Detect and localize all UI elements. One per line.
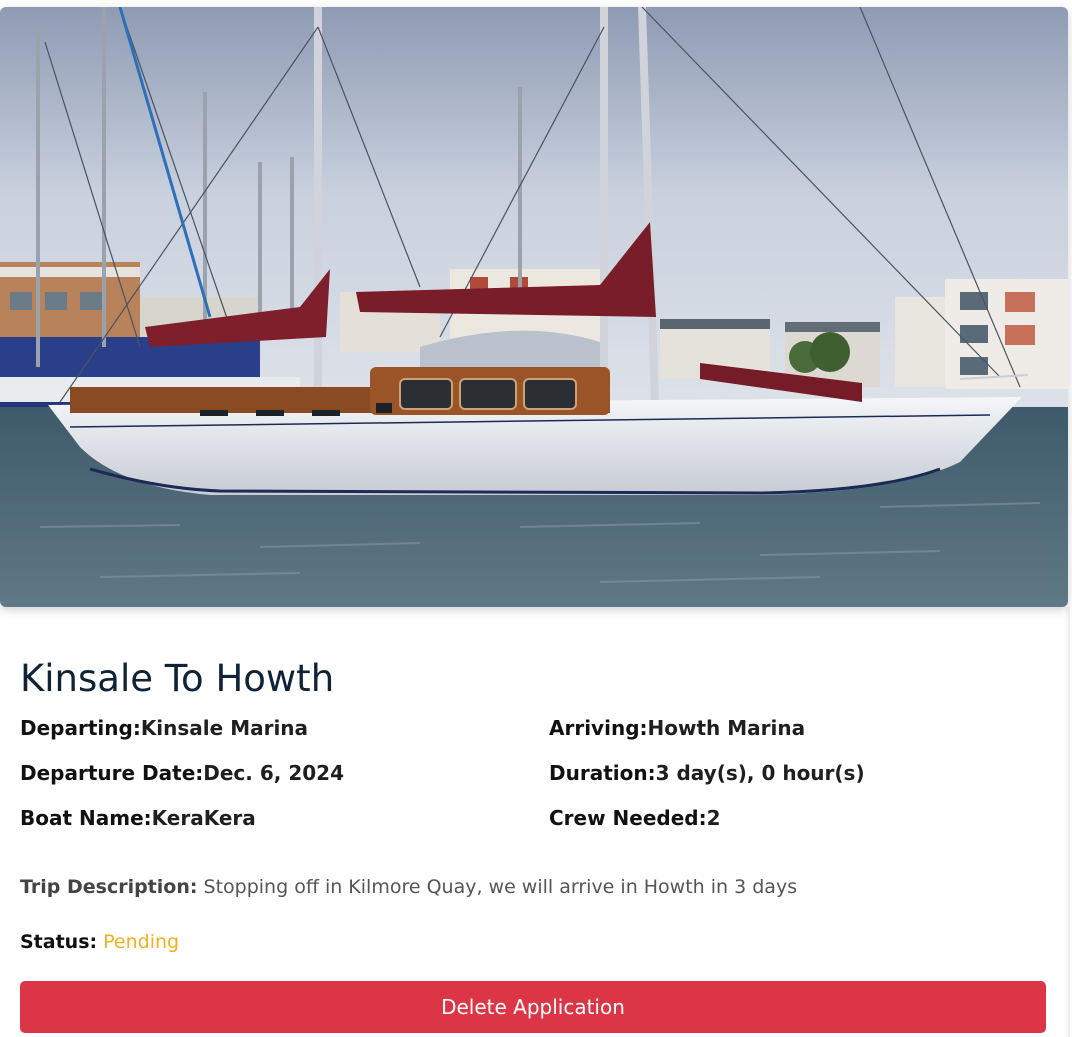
arriving-label: Arriving: xyxy=(549,716,648,740)
departure-date-label: Departure Date: xyxy=(20,761,204,785)
trip-description-label: Trip Description: xyxy=(20,876,198,898)
arriving-value: Howth Marina xyxy=(647,716,806,740)
boat-name-row: Boat Name:KeraKera xyxy=(20,805,256,831)
status-label: Status: xyxy=(20,931,98,953)
departing-value: Kinsale Marina xyxy=(140,716,309,740)
delete-application-button[interactable]: Delete Application xyxy=(20,981,1046,1033)
trip-description: Trip Description: Stopping off in Kilmor… xyxy=(20,874,797,900)
departure-date-value: Dec. 6, 2024 xyxy=(203,761,344,785)
crew-needed-label: Crew Needed: xyxy=(549,806,707,830)
boat-photo xyxy=(0,7,1068,607)
boat-name-value: KeraKera xyxy=(151,806,256,830)
card-edge-shadow xyxy=(1064,607,1070,1037)
application-status: Status: Pending xyxy=(20,929,179,955)
crew-needed-value: 2 xyxy=(706,806,721,830)
duration-value: 3 day(s), 0 hour(s) xyxy=(655,761,865,785)
departing-label: Departing: xyxy=(20,716,141,740)
sailboat-image xyxy=(0,7,1068,607)
duration-row: Duration:3 day(s), 0 hour(s) xyxy=(549,760,865,786)
arriving-row: Arriving:Howth Marina xyxy=(549,715,805,741)
boat-name-label: Boat Name: xyxy=(20,806,152,830)
departing-row: Departing:Kinsale Marina xyxy=(20,715,308,741)
crew-needed-row: Crew Needed:2 xyxy=(549,805,721,831)
trip-card: Kinsale To Howth Departing:Kinsale Marin… xyxy=(0,7,1070,1037)
trip-description-value: Stopping off in Kilmore Quay, we will ar… xyxy=(203,876,798,898)
status-badge: Pending xyxy=(103,931,180,953)
trip-title: Kinsale To Howth xyxy=(20,657,335,700)
duration-label: Duration: xyxy=(549,761,656,785)
departure-date-row: Departure Date:Dec. 6, 2024 xyxy=(20,760,344,786)
